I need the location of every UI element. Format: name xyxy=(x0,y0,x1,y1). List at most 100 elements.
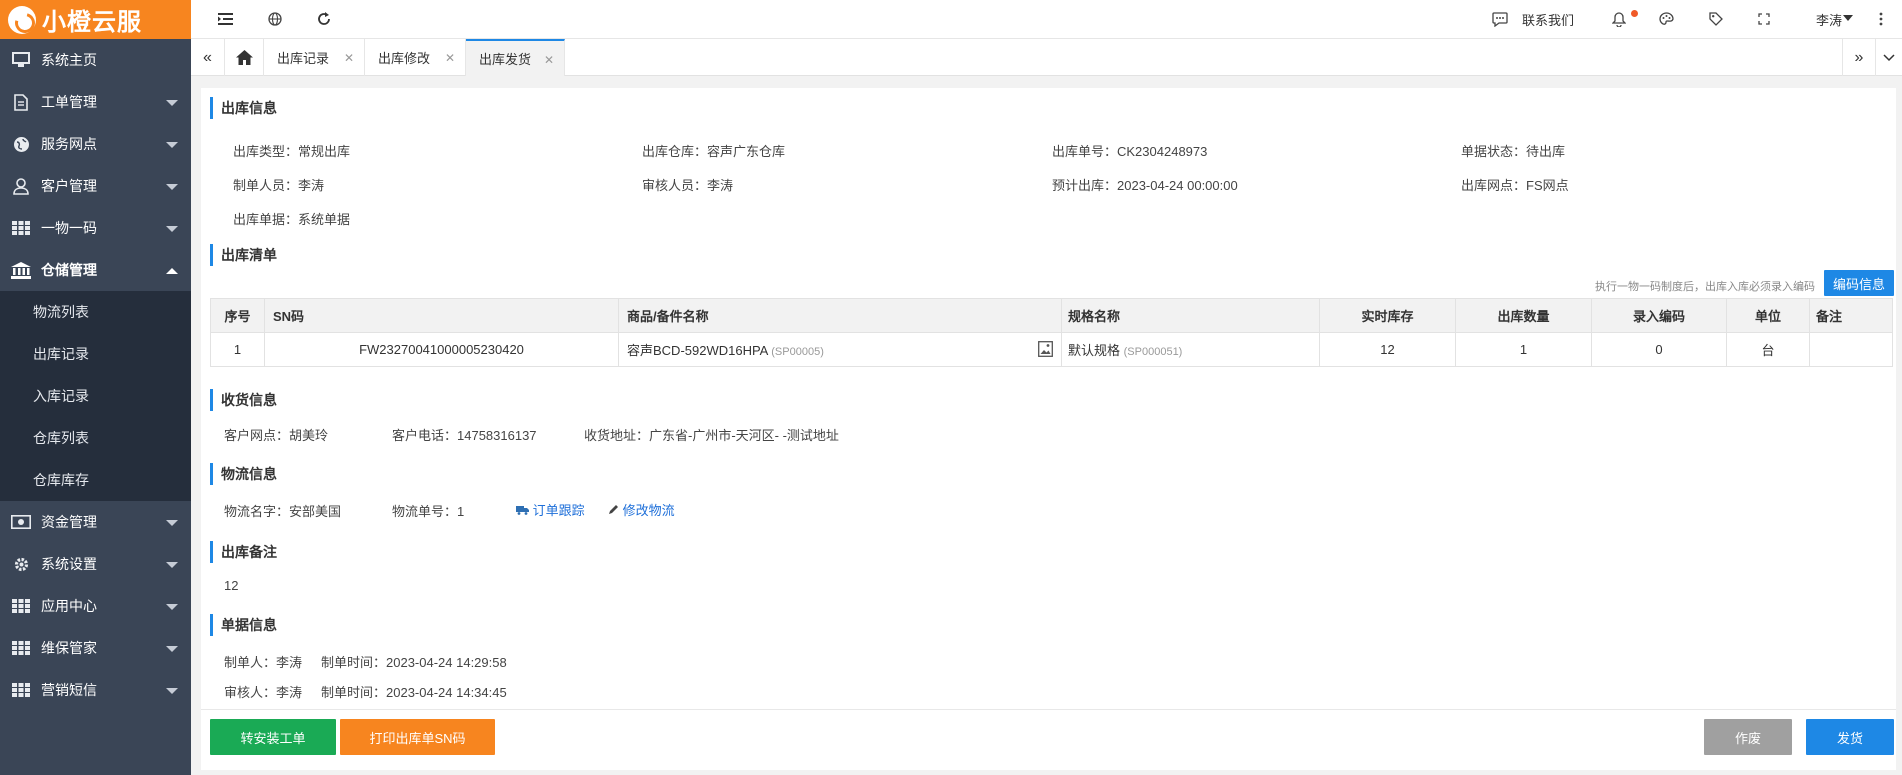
logo-mark-icon xyxy=(8,5,36,34)
ship-button[interactable]: 发货 xyxy=(1806,719,1894,755)
spec-code: (SP000051) xyxy=(1123,346,1183,358)
chevron-down-icon xyxy=(166,142,178,148)
section-title-remark: 出库备注 xyxy=(210,541,277,563)
tab-menu-icon[interactable] xyxy=(1876,39,1902,76)
field-outbound-outlet: 出库网点：FS网点 xyxy=(1461,178,1569,193)
chevron-down-icon xyxy=(166,646,178,652)
field-outbound-type: 出库类型：常规出库 xyxy=(233,144,351,159)
column-header-remark: 备注 xyxy=(1809,298,1893,333)
section-title-receiver: 收货信息 xyxy=(210,389,277,411)
field-expected-outbound: 预计出库：2023-04-24 00:00:00 xyxy=(1052,178,1238,193)
sidebar-item-workorders[interactable]: 工单管理 xyxy=(0,81,191,123)
grid-icon xyxy=(11,596,31,616)
caret-down-icon xyxy=(1843,15,1853,21)
cell-spec: 默认规格 (SP000051) xyxy=(1061,332,1320,367)
sidebar-item-label: 系统设置 xyxy=(41,556,97,572)
to-install-order-button[interactable]: 转安装工单 xyxy=(210,719,336,755)
column-header-stock: 实时库存 xyxy=(1319,298,1456,333)
logo-text: 小橙云服 xyxy=(42,8,142,36)
sidebar-item-home[interactable]: 系统主页 xyxy=(0,39,191,81)
field-doc-reviewer: 审核人：李涛 xyxy=(224,685,303,700)
submenu-item-warehouse-list[interactable]: 仓库列表 xyxy=(0,417,191,459)
cell-coded: 0 xyxy=(1591,332,1727,367)
logo[interactable]: 小橙云服 xyxy=(0,0,191,39)
sidebar: 小橙云服 系统主页 工单管理 服务网点 客户管理 一物一码 仓储管理 物流列表 … xyxy=(0,0,191,775)
sidebar-item-one-code[interactable]: 一物一码 xyxy=(0,207,191,249)
edit-logistics-link[interactable]: 修改物流 xyxy=(608,500,675,519)
sidebar-item-label: 应用中心 xyxy=(41,598,97,614)
sidebar-item-app-center[interactable]: 应用中心 xyxy=(0,585,191,627)
pencil-icon xyxy=(609,505,618,514)
tab-outbound-ship[interactable]: 出库发货 ✕ xyxy=(466,39,565,76)
close-icon[interactable]: ✕ xyxy=(445,51,455,65)
submenu-item-warehouse-stock[interactable]: 仓库库存 xyxy=(0,459,191,501)
close-icon[interactable]: ✕ xyxy=(344,51,354,65)
document-icon xyxy=(11,92,31,112)
chevron-down-icon xyxy=(166,100,178,106)
chevron-up-icon xyxy=(166,268,178,274)
home-tab[interactable] xyxy=(225,39,264,76)
section-title-document-info: 单据信息 xyxy=(210,614,277,636)
field-outbound-number: 出库单号：CK2304248973 xyxy=(1052,144,1208,159)
product-name: 容声BCD-592WD16HPA xyxy=(627,343,768,358)
chat-icon[interactable] xyxy=(1490,9,1510,29)
tab-outbound-edit[interactable]: 出库修改 ✕ xyxy=(365,39,466,76)
column-header-spec: 规格名称 xyxy=(1061,298,1320,333)
more-vertical-icon[interactable] xyxy=(1871,9,1891,29)
code-info-button[interactable]: 编码信息 xyxy=(1824,270,1894,296)
truck-icon xyxy=(516,506,529,515)
submenu-item-logistics-list[interactable]: 物流列表 xyxy=(0,291,191,333)
user-menu[interactable]: 李涛 xyxy=(1816,10,1842,29)
fullscreen-icon[interactable] xyxy=(1754,9,1774,29)
section-title-outbound-list: 出库清单 xyxy=(210,244,277,266)
tab-scroll-left-icon[interactable]: « xyxy=(191,39,225,76)
submenu-item-inbound-records[interactable]: 入库记录 xyxy=(0,375,191,417)
home-icon xyxy=(235,50,253,65)
grid-icon xyxy=(11,638,31,658)
image-icon[interactable] xyxy=(1038,341,1053,360)
sidebar-item-settings[interactable]: 系统设置 xyxy=(0,543,191,585)
edit-logistics-label: 修改物流 xyxy=(622,503,675,518)
menu-toggle-icon[interactable] xyxy=(215,9,235,29)
tab-scroll-right-icon[interactable]: » xyxy=(1842,39,1876,76)
print-sn-button[interactable]: 打印出库单SN码 xyxy=(340,719,495,755)
field-shipping-address: 收货地址：广东省-广州市-天河区- -测试地址 xyxy=(584,428,839,443)
globe-icon[interactable] xyxy=(265,9,285,29)
close-icon[interactable]: ✕ xyxy=(544,53,554,67)
void-button[interactable]: 作废 xyxy=(1704,719,1792,755)
tab-outbound-records[interactable]: 出库记录 ✕ xyxy=(264,39,365,76)
bell-icon[interactable] xyxy=(1609,9,1629,29)
sidebar-item-service-outlets[interactable]: 服务网点 xyxy=(0,123,191,165)
column-header-unit: 单位 xyxy=(1726,298,1810,333)
field-customer-outlet: 客户网点：胡美玲 xyxy=(224,428,329,443)
tab-label: 出库记录 xyxy=(277,51,330,66)
sidebar-item-maintenance[interactable]: 维保管家 xyxy=(0,627,191,669)
cell-index: 1 xyxy=(210,332,265,367)
cell-remark xyxy=(1809,332,1893,367)
sidebar-item-warehouse[interactable]: 仓储管理 xyxy=(0,249,191,291)
chevron-down-icon xyxy=(166,562,178,568)
code-policy-note: 执行一物一码制度后，出库入库必须录入编码 xyxy=(1595,281,1815,293)
field-doc-creator: 制单人：李涛 xyxy=(224,655,303,670)
field-logistics-number: 物流单号：1 xyxy=(392,504,465,519)
field-doc-create-time: 制单时间：2023-04-24 14:29:58 xyxy=(321,655,507,670)
section-title-outbound-info: 出库信息 xyxy=(210,97,277,119)
sidebar-item-funds[interactable]: 资金管理 xyxy=(0,501,191,543)
sidebar-item-customers[interactable]: 客户管理 xyxy=(0,165,191,207)
submenu-item-outbound-records[interactable]: 出库记录 xyxy=(0,333,191,375)
sidebar-item-sms-marketing[interactable]: 营销短信 xyxy=(0,669,191,711)
outbound-items-table: 序号 SN码 商品/备件名称 规格名称 实时库存 出库数量 录入编码 单位 备注… xyxy=(210,298,1893,367)
field-outbound-document: 出库单据：系统单据 xyxy=(233,212,351,227)
contact-us-link[interactable]: 联系我们 xyxy=(1522,10,1574,29)
chevron-down-icon xyxy=(166,184,178,190)
order-tracking-link[interactable]: 订单跟踪 xyxy=(516,500,585,519)
sidebar-item-label: 营销短信 xyxy=(41,682,97,698)
column-header-sn: SN码 xyxy=(264,298,619,333)
tag-icon[interactable] xyxy=(1706,9,1726,29)
field-doc-review-time: 制单时间：2023-04-24 14:34:45 xyxy=(321,685,507,700)
sidebar-item-label: 一物一码 xyxy=(41,220,97,236)
field-customer-phone: 客户电话：14758316137 xyxy=(392,428,537,443)
refresh-icon[interactable] xyxy=(314,9,334,29)
cell-stock: 12 xyxy=(1319,332,1456,367)
palette-icon[interactable] xyxy=(1656,9,1676,29)
